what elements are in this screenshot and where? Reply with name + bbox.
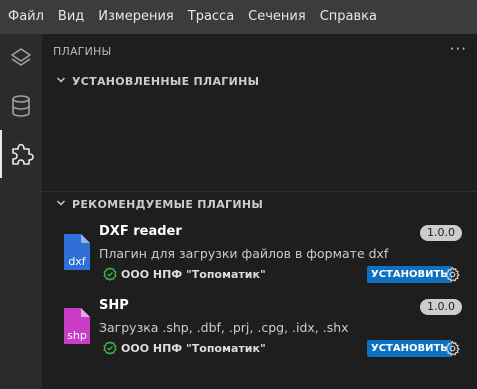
install-button[interactable]: УСТАНОВИТЬ	[367, 266, 452, 283]
activity-bar	[0, 34, 42, 389]
shp-file-icon: shp	[64, 308, 90, 344]
publisher: ООО НПФ "Топоматик"	[103, 267, 266, 281]
svg-text:shp: shp	[67, 329, 87, 342]
plugin-item-dxf[interactable]: dxf DXF reader 1.0.0 Плагин для загрузки…	[42, 224, 477, 298]
section-divider	[42, 191, 477, 192]
plugin-description: Плагин для загрузки файлов в формате dxf	[99, 246, 389, 261]
activity-layers[interactable]	[0, 34, 42, 82]
plugin-name: DXF reader	[99, 224, 182, 239]
panel-title: ПЛАГИНЫ	[53, 45, 112, 58]
activity-plugins[interactable]	[0, 130, 42, 178]
activity-database[interactable]	[0, 82, 42, 130]
gear-icon[interactable]	[444, 266, 461, 283]
plugin-description: Загрузка .shp, .dbf, .prj, .cpg, .idx, .…	[99, 320, 349, 335]
install-button[interactable]: УСТАНОВИТЬ	[367, 340, 452, 357]
publisher-name: ООО НПФ "Топоматик"	[121, 341, 266, 355]
recommended-section-header[interactable]: РЕКОМЕНДУЕМЫЕ ПЛАГИНЫ	[56, 198, 263, 211]
layers-icon	[11, 48, 31, 66]
verified-icon	[103, 341, 117, 355]
installed-section-label: УСТАНОВЛЕННЫЕ ПЛАГИНЫ	[72, 75, 260, 88]
installed-section-header[interactable]: УСТАНОВЛЕННЫЕ ПЛАГИНЫ	[56, 75, 259, 88]
verified-icon	[103, 267, 117, 281]
publisher: ООО НПФ "Топоматик"	[103, 341, 266, 355]
chevron-down-icon	[56, 198, 66, 211]
gear-icon[interactable]	[444, 340, 461, 357]
dxf-file-icon: dxf	[64, 234, 90, 270]
publisher-name: ООО НПФ "Топоматик"	[121, 267, 266, 281]
plugin-name: SHP	[99, 298, 129, 313]
menu-view[interactable]: Вид	[51, 0, 91, 34]
plugins-panel: ПЛАГИНЫ ··· УСТАНОВЛЕННЫЕ ПЛАГИНЫ РЕКОМЕ…	[42, 34, 477, 389]
puzzle-icon	[12, 143, 34, 165]
more-actions-icon[interactable]: ···	[450, 40, 467, 58]
menu-file[interactable]: Файл	[0, 0, 51, 34]
menu-help[interactable]: Справка	[313, 0, 384, 34]
menu-route[interactable]: Трасса	[181, 0, 241, 34]
database-icon	[12, 95, 30, 117]
version-badge: 1.0.0	[420, 225, 462, 241]
recommended-section-label: РЕКОМЕНДУЕМЫЕ ПЛАГИНЫ	[72, 198, 264, 211]
svg-text:dxf: dxf	[68, 255, 86, 268]
menu-measurements[interactable]: Измерения	[91, 0, 180, 34]
plugin-item-shp[interactable]: shp SHP 1.0.0 Загрузка .shp, .dbf, .prj,…	[42, 298, 477, 372]
version-badge: 1.0.0	[420, 299, 462, 315]
menu-bar: Файл Вид Измерения Трасса Сечения Справк…	[0, 0, 477, 34]
menu-sections[interactable]: Сечения	[241, 0, 313, 34]
chevron-down-icon	[56, 75, 66, 88]
